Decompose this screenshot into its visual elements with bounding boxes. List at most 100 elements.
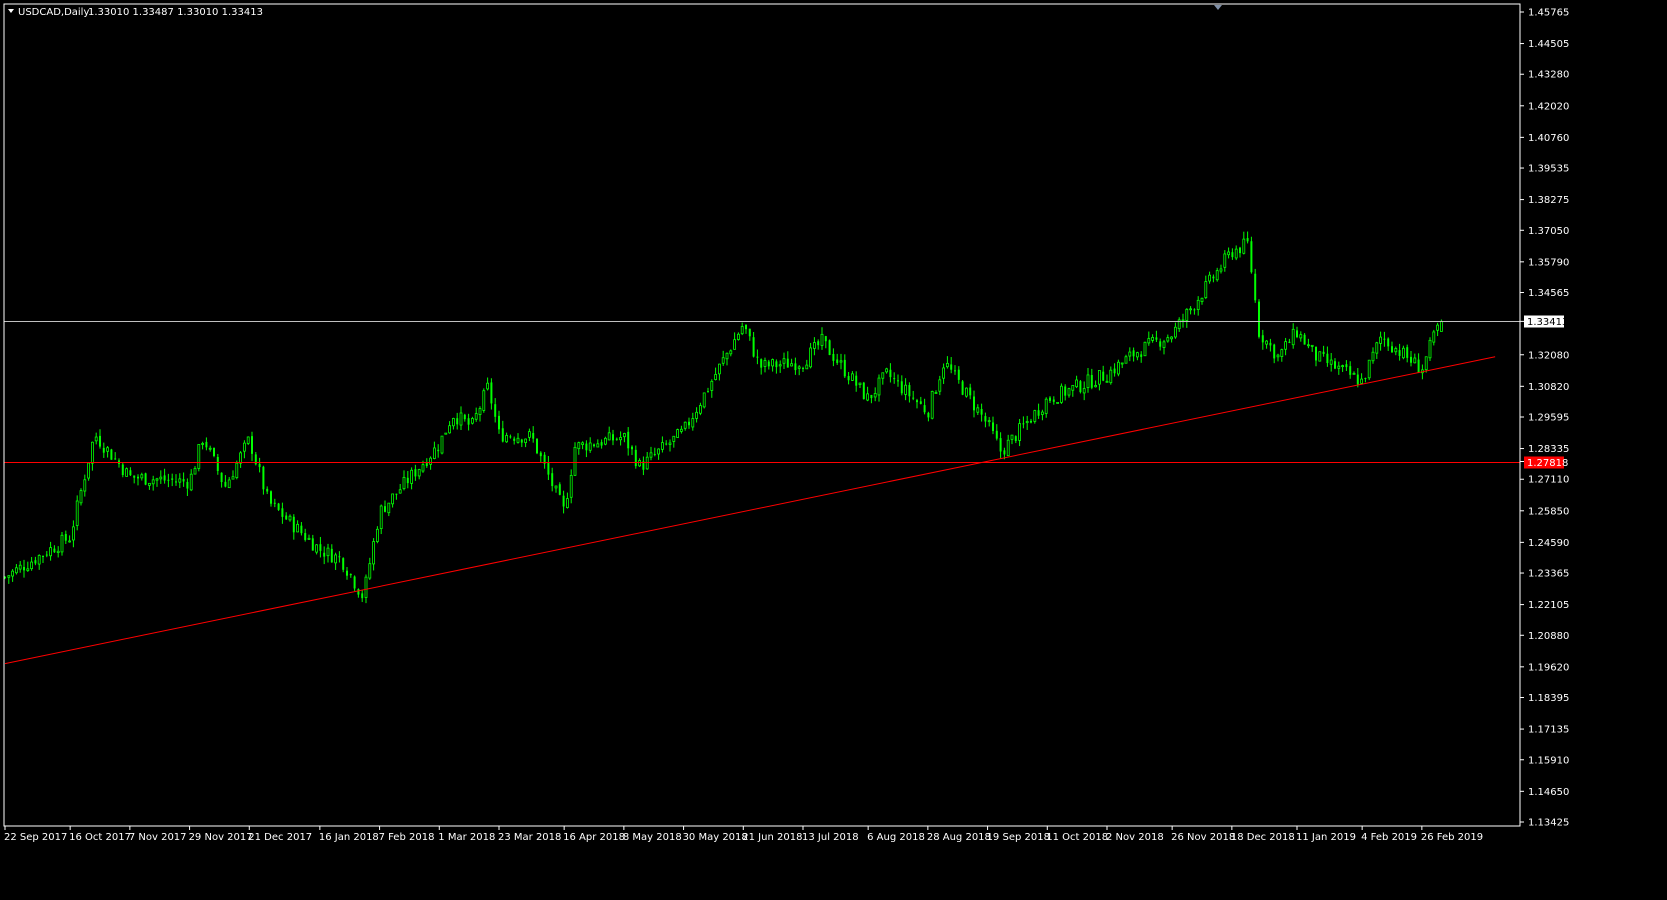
candle-body-up xyxy=(596,443,600,448)
candle-body-up xyxy=(1432,331,1436,343)
candle-body-down xyxy=(1288,341,1291,343)
candle-body-up xyxy=(683,421,687,429)
x-tick-label: 11 Jan 2019 xyxy=(1296,832,1356,843)
candle-body-down xyxy=(395,493,398,495)
y-tick-label: 1.32080 xyxy=(1528,350,1569,361)
candle-body-up xyxy=(1082,388,1086,394)
candle-body-up xyxy=(91,441,94,464)
candle-body-down xyxy=(1030,420,1032,423)
candle-body-down xyxy=(600,442,603,446)
candle-body-up xyxy=(1227,251,1230,256)
candle-body-up xyxy=(566,498,569,508)
candle-body-up xyxy=(372,541,376,565)
y-tick-label: 1.44505 xyxy=(1528,39,1569,50)
x-tick-label: 16 Jan 2018 xyxy=(319,832,379,843)
symbol-label: USDCAD,Daily xyxy=(18,7,89,18)
chart-background xyxy=(0,0,1667,900)
candle-body-down xyxy=(262,466,265,490)
candle-body-up xyxy=(201,443,205,445)
candle-body-up xyxy=(1162,341,1166,348)
candle-body-down xyxy=(908,385,911,397)
candle-body-up xyxy=(417,469,421,477)
candle-body-down xyxy=(213,447,215,457)
candle-body-up xyxy=(451,418,455,427)
candle-body-up xyxy=(581,442,584,445)
candle-body-up xyxy=(1166,337,1170,342)
candle-body-down xyxy=(292,516,295,533)
y-tick-label: 1.37050 xyxy=(1528,226,1569,237)
candle-body-up xyxy=(444,432,448,435)
candle-body-down xyxy=(1140,354,1143,357)
candle-body-up xyxy=(87,462,90,479)
candle-body-down xyxy=(893,378,896,380)
candle-body-up xyxy=(1124,356,1128,364)
candle-body-up xyxy=(672,435,676,442)
candle-body-up xyxy=(1394,348,1398,353)
y-tick-label: 1.27110 xyxy=(1528,475,1569,486)
candle-body-up xyxy=(839,360,843,363)
candle-body-down xyxy=(1349,366,1352,375)
candle-body-down xyxy=(558,484,561,495)
candle-body-up xyxy=(771,359,774,367)
candle-body-up xyxy=(235,462,239,478)
candle-body-up xyxy=(904,384,907,395)
candle-body-up xyxy=(334,554,338,564)
candle-body-up xyxy=(657,448,660,455)
candle-body-up xyxy=(387,502,391,514)
candle-body-up xyxy=(1200,297,1204,302)
candle-body-up xyxy=(83,479,87,492)
candle-body-down xyxy=(1102,371,1105,381)
candle-body-up xyxy=(1280,349,1284,357)
candle-body-down xyxy=(665,443,668,445)
candle-body-up xyxy=(638,460,641,467)
candle-body-up xyxy=(1352,372,1356,375)
y-tick-label: 1.23365 xyxy=(1528,569,1569,580)
candle-body-up xyxy=(1151,337,1154,341)
candle-body-down xyxy=(1231,252,1234,258)
candle-body-up xyxy=(1360,378,1363,384)
y-tick-label: 1.40760 xyxy=(1528,133,1569,144)
candle-body-down xyxy=(311,538,314,551)
candle-body-up xyxy=(1147,338,1151,344)
candle-body-down xyxy=(1254,273,1257,301)
candle-body-up xyxy=(151,479,155,485)
candle-body-down xyxy=(802,367,804,369)
candle-body-down xyxy=(406,477,409,484)
price-chart[interactable]: 1.33413 1.27818 1.45765 1.44505 1.43280 1.42… xyxy=(0,0,1667,900)
candle-body-up xyxy=(710,380,714,391)
candle-body-up xyxy=(1044,398,1048,414)
candle-body-up xyxy=(1025,421,1029,424)
candle-body-down xyxy=(1296,330,1298,338)
candle-body-up xyxy=(1299,334,1303,339)
candle-body-up xyxy=(478,408,482,415)
candle-body-up xyxy=(1265,340,1268,345)
candle-body-up xyxy=(30,561,34,570)
candle-body-down xyxy=(688,421,690,426)
candle-body-down xyxy=(353,576,356,589)
candle-body-down xyxy=(562,495,565,507)
candle-body-up xyxy=(125,468,128,477)
candle-body-up xyxy=(7,575,11,578)
y-tick-label: 1.22105 xyxy=(1528,600,1569,611)
candle-body-down xyxy=(1345,364,1348,368)
y-tick-label: 1.18395 xyxy=(1528,693,1569,704)
candle-body-up xyxy=(1067,388,1071,396)
candle-body-down xyxy=(1258,301,1260,337)
candle-body-down xyxy=(220,472,223,483)
candle-body-up xyxy=(1033,410,1037,422)
candle-body-down xyxy=(1326,353,1329,364)
candle-body-down xyxy=(463,414,466,420)
x-tick-label: 26 Nov 2018 xyxy=(1171,832,1235,843)
candle-body-up xyxy=(1276,354,1280,358)
candle-body-up xyxy=(965,387,968,397)
candle-body-up xyxy=(193,468,197,475)
candle-body-up xyxy=(1234,248,1238,259)
candle-body-down xyxy=(919,401,922,404)
candle-body-down xyxy=(950,364,953,370)
candle-body-down xyxy=(862,382,865,400)
x-tick-label: 2 Nov 2018 xyxy=(1106,832,1164,843)
candle-body-down xyxy=(498,415,500,430)
candle-body-down xyxy=(361,593,364,599)
candle-body-up xyxy=(721,357,725,364)
candle-body-down xyxy=(923,405,926,413)
